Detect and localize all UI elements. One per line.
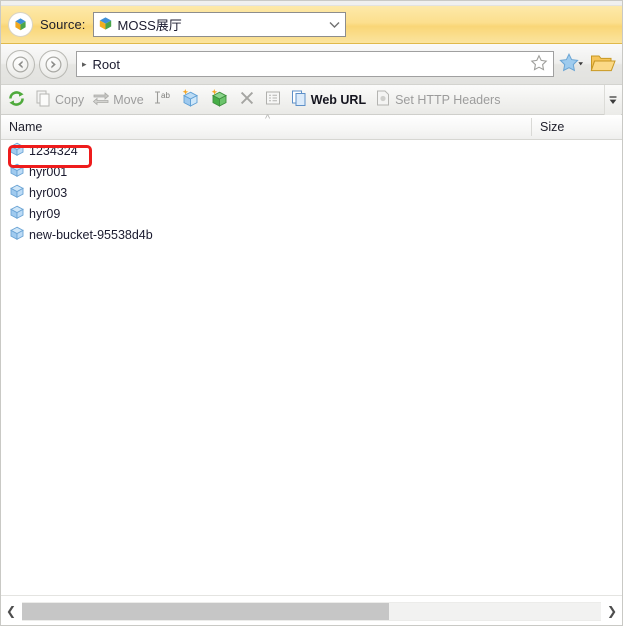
- new-bucket-green-icon: [209, 88, 230, 111]
- toolbar-refresh-button[interactable]: [4, 88, 29, 112]
- navigation-bar: ▸ Root: [0, 44, 623, 85]
- star-outline-icon[interactable]: [530, 54, 548, 75]
- table-cell-name: hyr09: [29, 206, 61, 221]
- delete-x-icon: [238, 89, 256, 110]
- source-label: Source:: [40, 17, 86, 32]
- toolbar-delete-button[interactable]: [235, 88, 259, 112]
- toolbar-copy-label: Copy: [55, 92, 85, 107]
- bucket-cube-icon: [9, 225, 25, 244]
- toolbar-set-http-headers-label: Set HTTP Headers: [395, 92, 501, 107]
- table-cell-name: hyr001: [29, 164, 68, 179]
- toolbar-overflow-chevron-icon[interactable]: [604, 85, 621, 115]
- bucket-cube-icon: [9, 204, 25, 223]
- forward-arrow-icon[interactable]: [39, 49, 68, 79]
- sort-ascending-caret-icon: ^: [265, 113, 271, 125]
- rename-ab-icon: ab: [152, 89, 172, 110]
- table-row[interactable]: hyr09: [0, 203, 623, 224]
- column-header-size[interactable]: Size: [532, 115, 623, 139]
- table-row[interactable]: 1234324: [0, 140, 623, 161]
- toolbar-properties-button[interactable]: [261, 88, 285, 112]
- toolbar-copy-button[interactable]: Copy: [31, 88, 87, 112]
- web-url-icon: [290, 89, 308, 110]
- file-list-body[interactable]: 1234324 hyr001 hyr003 hyr09 new-bucket-9…: [0, 140, 623, 595]
- toolbar: Copy Move ab Web URL Set HTTP Headers: [0, 85, 623, 115]
- source-bar: Source: MOSS展厅: [0, 6, 623, 44]
- bucket-cube-icon: [9, 141, 25, 160]
- table-row[interactable]: hyr003: [0, 182, 623, 203]
- refresh-icon: [7, 89, 26, 111]
- chevron-down-icon[interactable]: [328, 18, 341, 32]
- source-selected-value: MOSS展厅: [117, 18, 182, 33]
- scroll-left-arrow-icon[interactable]: ❮: [0, 603, 22, 620]
- star-filled-icon[interactable]: [558, 51, 584, 77]
- toolbar-move-button[interactable]: Move: [89, 88, 147, 112]
- bucket-cube-icon: [9, 162, 25, 181]
- column-header-name-label: Name: [9, 120, 43, 134]
- toolbar-new-bucket-button[interactable]: [177, 88, 204, 112]
- file-browser-window: Source: MOSS展厅 ▸ Root Copy Move ab Web U…: [0, 0, 623, 626]
- http-headers-icon: [374, 89, 392, 110]
- horizontal-scrollbar[interactable]: ❮ ❯: [0, 595, 623, 626]
- copy-icon: [34, 89, 52, 110]
- new-bucket-blue-icon: [180, 88, 201, 111]
- column-header-size-label: Size: [540, 120, 565, 134]
- toolbar-set-http-headers-button[interactable]: Set HTTP Headers: [371, 88, 503, 112]
- table-row[interactable]: hyr001: [0, 161, 623, 182]
- move-icon: [92, 89, 110, 110]
- app-cube-logo-icon: [8, 12, 33, 37]
- open-folder-icon[interactable]: [590, 52, 616, 77]
- svg-text:ab: ab: [161, 91, 170, 100]
- toolbar-rename-button[interactable]: ab: [149, 88, 175, 112]
- toolbar-new-folder-button[interactable]: [206, 88, 233, 112]
- table-cell-name: 1234324: [29, 143, 78, 158]
- table-cell-name: new-bucket-95538d4b: [29, 227, 153, 242]
- toolbar-move-label: Move: [113, 92, 144, 107]
- bucket-cube-icon: [9, 183, 25, 202]
- address-bar[interactable]: ▸ Root: [76, 51, 554, 77]
- table-cell-name: hyr003: [29, 185, 68, 200]
- back-arrow-icon[interactable]: [6, 49, 35, 79]
- scrollbar-track[interactable]: [22, 601, 601, 621]
- properties-list-icon: [264, 89, 282, 110]
- file-list-header: Name Size ^: [0, 113, 623, 140]
- scrollbar-thumb[interactable]: [22, 602, 390, 620]
- path-separator-arrow-icon: ▸: [82, 58, 87, 69]
- scroll-right-arrow-icon[interactable]: ❯: [601, 603, 623, 620]
- breadcrumb[interactable]: Root: [93, 57, 120, 72]
- table-row[interactable]: new-bucket-95538d4b: [0, 224, 623, 245]
- toolbar-web-url-label: Web URL: [310, 92, 367, 107]
- toolbar-web-url-button[interactable]: Web URL: [287, 88, 369, 112]
- bucket-cube-icon: [98, 16, 113, 34]
- source-select[interactable]: MOSS展厅: [92, 12, 346, 37]
